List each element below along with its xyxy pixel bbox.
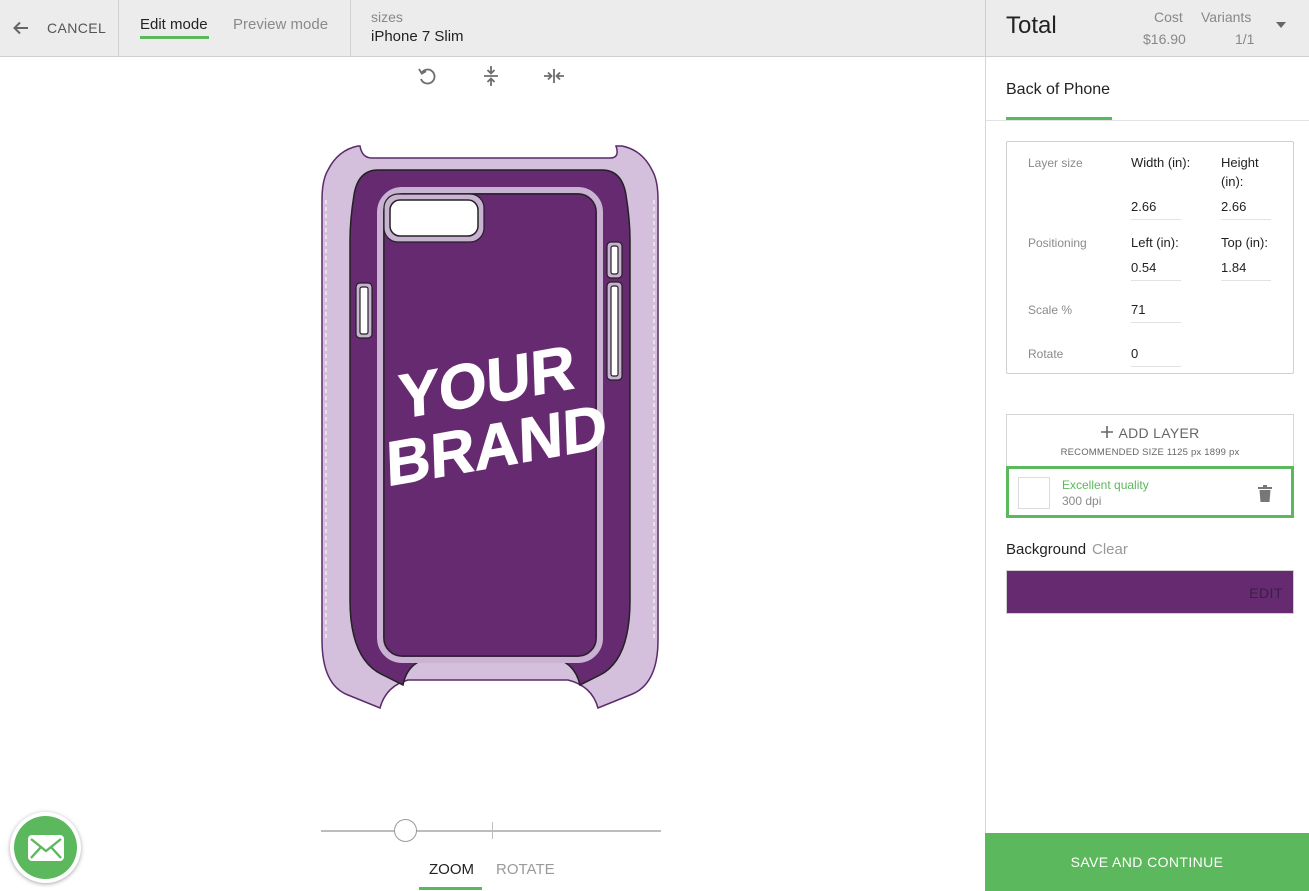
zoom-slider-track[interactable] [321,830,661,832]
scale-label: Scale % [1028,303,1073,317]
mail-icon [27,834,64,861]
variants-caption: Variants [1201,9,1252,25]
tab-zoom[interactable]: ZOOM [429,861,474,878]
center-vertical-icon[interactable] [479,64,503,88]
cancel-button[interactable]: CANCEL [0,0,119,56]
tab-edit-mode[interactable]: Edit mode [140,16,208,33]
left-input[interactable] [1131,255,1181,281]
divider [986,120,1309,121]
top-bar: CANCEL Edit mode Preview mode sizes iPho… [0,0,985,57]
tab-preview-mode[interactable]: Preview mode [233,16,328,33]
layer-properties: Layer size Width (in): Height (in): Posi… [1006,141,1294,374]
tab-back-of-phone[interactable]: Back of Phone [1006,81,1110,99]
top-label: Top (in): [1221,235,1268,250]
properties-panel: Back of Phone Layer size Width (in): Hei… [985,57,1309,891]
rotate-reset-icon[interactable] [415,64,439,88]
recommended-size: RECOMMENDED SIZE 1125 px 1899 px [1060,447,1240,458]
height-label: Height (in): [1221,155,1259,189]
contact-mail-button[interactable] [10,812,81,883]
arrow-left-icon [13,21,28,35]
top-input[interactable] [1221,255,1271,281]
variants-value: 1/1 [1235,31,1255,47]
zoom-tab-indicator [419,887,482,890]
order-summary: Total Cost $16.90 Variants 1/1 [985,0,1309,57]
background-clear-link[interactable]: Clear [1092,541,1128,558]
layer-thumbnail [1018,477,1050,509]
trash-icon[interactable] [1258,485,1272,502]
cost-value: $16.90 [1143,31,1186,47]
tab-rotate[interactable]: ROTATE [496,861,555,878]
rotate-label: Rotate [1028,347,1064,361]
layer-dpi: 300 dpi [1062,494,1102,508]
layer-list-item[interactable]: Excellent quality 300 dpi [1006,466,1294,518]
height-input[interactable] [1221,194,1271,220]
zoom-slider-thumb[interactable] [394,819,417,842]
layer-size-label: Layer size [1028,156,1083,170]
chevron-down-icon[interactable] [1276,22,1286,28]
plus-icon [1101,426,1114,438]
total-label: Total [1006,12,1057,39]
center-horizontal-icon[interactable] [542,64,566,88]
scale-input[interactable] [1131,297,1181,323]
save-and-continue-button[interactable]: SAVE AND CONTINUE [985,833,1309,891]
active-tab-indicator [140,36,209,39]
sizes-value: iPhone 7 Slim [371,28,464,45]
left-label: Left (in): [1131,235,1179,250]
rotate-input[interactable] [1131,341,1181,367]
sizes-caption: sizes [371,9,403,25]
sizes-selector[interactable]: sizes iPhone 7 Slim [350,0,590,56]
background-label: Background [1006,541,1087,558]
background-color-swatch[interactable]: EDIT [1006,570,1294,614]
save-label: SAVE AND CONTINUE [1070,854,1224,870]
add-layer-label: ADD LAYER [1118,425,1200,441]
cancel-label: CANCEL [47,20,107,36]
width-label: Width (in): [1131,155,1191,170]
background-edit-button[interactable]: EDIT [1249,585,1283,601]
layer-quality: Excellent quality [1062,478,1149,492]
phone-case-canvas[interactable]: YOUR BRAND [318,140,664,716]
positioning-label: Positioning [1028,236,1087,250]
cost-caption: Cost [1154,9,1183,25]
width-input[interactable] [1131,194,1181,220]
add-layer-button[interactable]: ADD LAYER RECOMMENDED SIZE 1125 px 1899 … [1006,414,1294,466]
zoom-slider-center-mark [492,822,493,839]
